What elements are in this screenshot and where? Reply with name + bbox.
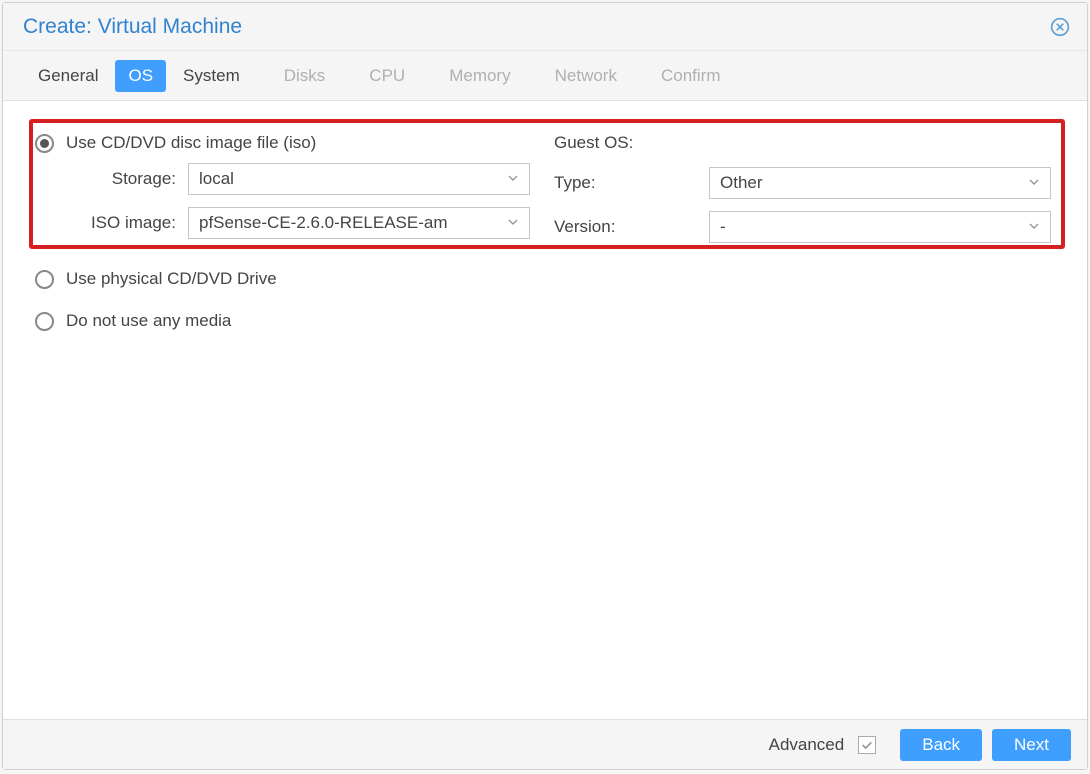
radio-no-media-label: Do not use any media (66, 311, 231, 331)
radio-icon (35, 312, 54, 331)
storage-label: Storage: (35, 169, 188, 189)
chevron-down-icon (507, 169, 519, 189)
version-label: Version: (554, 217, 709, 237)
tab-disks: Disks (269, 59, 341, 93)
close-icon (1050, 17, 1070, 37)
type-label: Type: (554, 173, 709, 193)
radio-no-media[interactable]: Do not use any media (35, 311, 1055, 331)
chevron-down-icon (1028, 217, 1040, 237)
version-select[interactable]: - (709, 211, 1051, 243)
iso-image-value: pfSense-CE-2.6.0-RELEASE-am (199, 213, 499, 233)
footer-bar: Advanced Back Next (3, 719, 1087, 769)
version-value: - (720, 217, 1020, 237)
tab-memory: Memory (434, 59, 525, 93)
iso-image-select[interactable]: pfSense-CE-2.6.0-RELEASE-am (188, 207, 530, 239)
storage-select[interactable]: local (188, 163, 530, 195)
radio-icon (35, 270, 54, 289)
radio-use-physical[interactable]: Use physical CD/DVD Drive (35, 269, 1055, 289)
chevron-down-icon (507, 213, 519, 233)
back-button[interactable]: Back (900, 729, 982, 761)
chevron-down-icon (1028, 173, 1040, 193)
advanced-checkbox[interactable] (858, 736, 876, 754)
radio-icon (35, 134, 54, 153)
window-title: Create: Virtual Machine (23, 15, 242, 39)
radio-use-iso-label: Use CD/DVD disc image file (iso) (66, 133, 316, 153)
iso-image-label: ISO image: (35, 213, 188, 233)
tab-cpu: CPU (354, 59, 420, 93)
title-bar: Create: Virtual Machine (3, 3, 1087, 51)
dialog-window: Create: Virtual Machine General OS Syste… (2, 2, 1088, 770)
tab-strip: General OS System Disks CPU Memory Netwo… (3, 51, 1087, 101)
tab-confirm: Confirm (646, 59, 736, 93)
guest-os-header: Guest OS: (554, 133, 1055, 153)
tab-network: Network (540, 59, 632, 93)
type-value: Other (720, 173, 1020, 193)
radio-use-iso[interactable]: Use CD/DVD disc image file (iso) (35, 133, 536, 153)
close-button[interactable] (1049, 16, 1071, 38)
advanced-label: Advanced (769, 735, 845, 755)
next-button[interactable]: Next (992, 729, 1071, 761)
tab-system[interactable]: System (168, 59, 255, 93)
tab-general[interactable]: General (23, 59, 113, 93)
tab-os[interactable]: OS (115, 60, 166, 92)
check-icon (860, 738, 874, 752)
radio-use-physical-label: Use physical CD/DVD Drive (66, 269, 277, 289)
storage-value: local (199, 169, 499, 189)
content-area: Use CD/DVD disc image file (iso) Storage… (3, 101, 1087, 719)
type-select[interactable]: Other (709, 167, 1051, 199)
